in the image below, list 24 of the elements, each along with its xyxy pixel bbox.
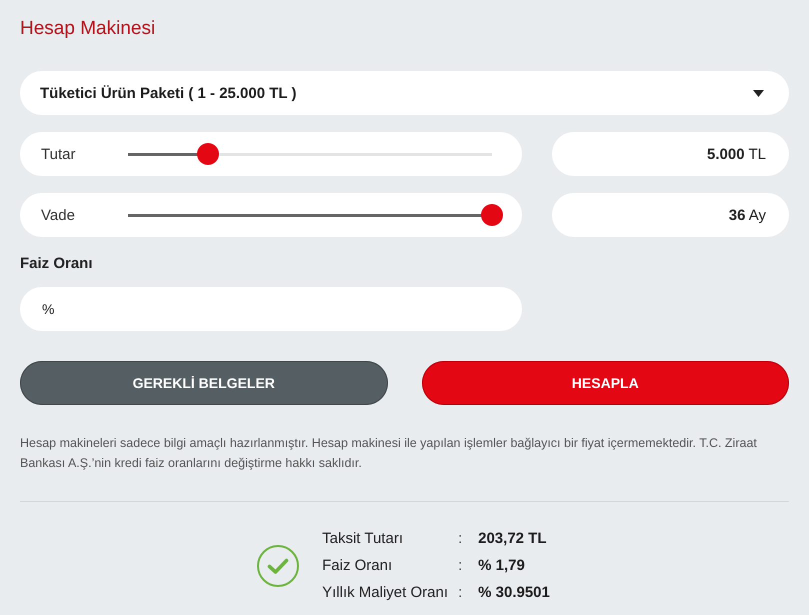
calculator-title: Hesap Makinesi <box>20 18 156 40</box>
result-label: Yıllık Maliyet Oranı <box>322 583 449 603</box>
slider-label: Vade <box>41 206 76 224</box>
disclaimer-text: Hesap makineleri sadece bilgi amaçlı hazırlanmıştır. Hesap makinesi ile yapılan işlemler bağlayıcı bir fiyat içermemektedir. T.C. Ziraat Bankası A.Ş.’nin kredi faiz oranlarını değiştirme hakkı saklıdır. <box>20 435 758 472</box>
result-label: Faiz Oranı <box>322 556 394 576</box>
caret-icon <box>753 90 764 96</box>
slider-thumb[interactable] <box>197 143 220 165</box>
rate-input[interactable]: % <box>20 287 522 331</box>
result-value: % 30.9501 <box>478 583 550 603</box>
check-circle-icon <box>257 544 300 586</box>
product-select[interactable]: Tüketici Ürün Paketi ( 1 - 25.000 TL ) <box>20 71 789 115</box>
calculate-button[interactable]: HESAPLA <box>422 361 789 405</box>
rate-label: Faiz Oranı <box>20 254 94 274</box>
amount-field[interactable]: 36 Ay <box>552 193 789 237</box>
slider-label: Tutar <box>41 146 76 162</box>
result-colon: : <box>458 529 464 549</box>
result-colon: : <box>458 556 464 576</box>
result-value: % 1,79 <box>478 556 526 576</box>
documents-button[interactable]: GEREKLİ BELGELER <box>20 361 388 405</box>
result-label: Taksit Tutarı <box>322 529 404 549</box>
slider-thumb[interactable] <box>481 204 503 226</box>
amount-field[interactable]: 5.000 TL <box>552 132 789 176</box>
result-colon: : <box>458 583 464 603</box>
result-value: 203,72 TL <box>478 529 548 549</box>
